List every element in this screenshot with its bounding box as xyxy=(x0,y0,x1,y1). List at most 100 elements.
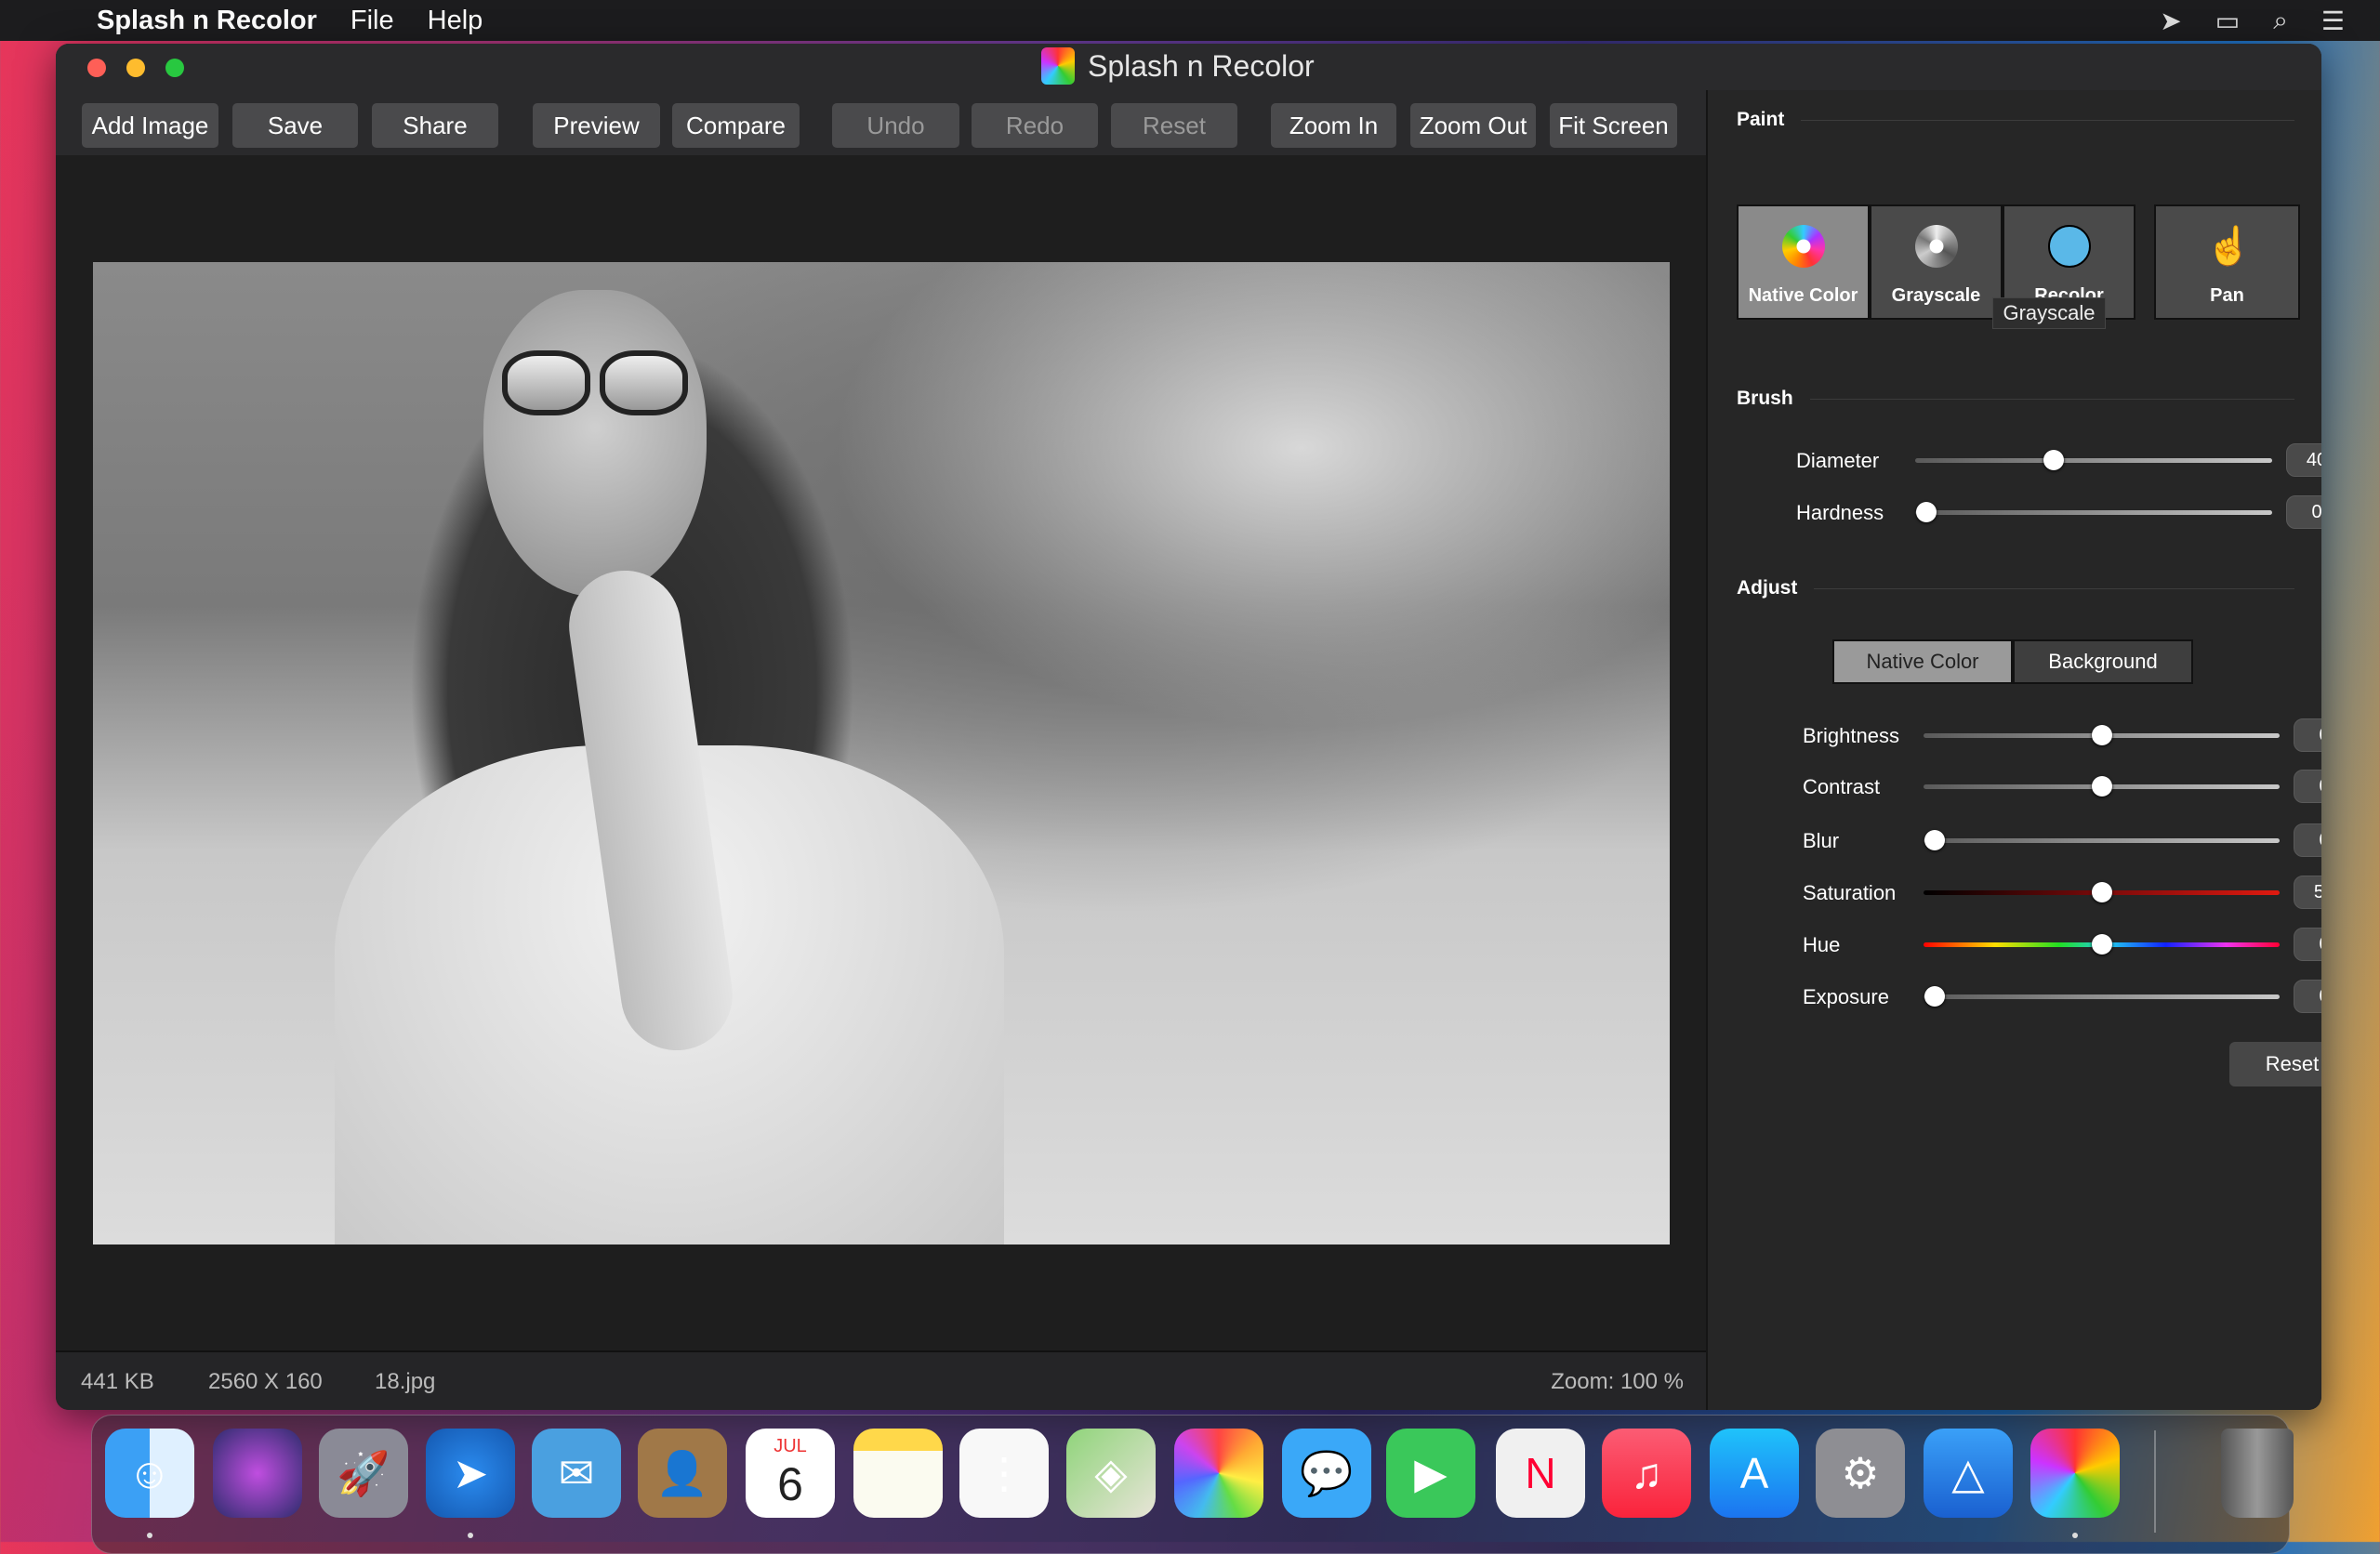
zoom-button[interactable] xyxy=(165,59,184,77)
calendar-day: 6 xyxy=(777,1457,803,1510)
exposure-value-field[interactable]: 0 xyxy=(2294,980,2321,1013)
toolbar: Add Image Save Share Preview Compare Undo Redo… xyxy=(56,90,1706,155)
add-image-button[interactable]: Add Image xyxy=(82,103,218,148)
save-button[interactable]: Save xyxy=(232,103,358,148)
reset-button[interactable]: Reset xyxy=(1111,103,1237,148)
hue-row: Hue 0 xyxy=(1708,926,2321,963)
color-wheel-icon xyxy=(1781,225,1825,268)
spotlight-search-icon[interactable]: ⌕ xyxy=(2273,6,2288,36)
dock-launchpad-icon[interactable]: 🚀 xyxy=(319,1429,408,1518)
dock-mail-icon[interactable]: ✉ xyxy=(532,1429,621,1518)
blur-row: Blur 0 xyxy=(1708,822,2321,859)
airplay-display-icon[interactable]: ▭ xyxy=(2215,6,2240,36)
menu-file[interactable]: File xyxy=(350,6,394,36)
dock-contacts-icon[interactable]: 👤 xyxy=(638,1429,727,1518)
dock-photos-icon[interactable] xyxy=(1174,1429,1263,1518)
exposure-slider[interactable] xyxy=(1924,994,2280,999)
dock-reminders-icon[interactable]: ⋮ xyxy=(959,1429,1049,1518)
close-button[interactable] xyxy=(87,59,106,77)
dock-mountain-app-icon[interactable]: △ xyxy=(1924,1429,2013,1518)
adjust-reset-button[interactable]: Reset xyxy=(2229,1042,2321,1086)
exposure-slider-knob[interactable] xyxy=(1924,986,1945,1007)
segment-native-color[interactable]: Native Color xyxy=(1832,639,2013,684)
contrast-label: Contrast xyxy=(1803,775,1881,798)
dock-notes-icon[interactable] xyxy=(853,1429,943,1518)
blur-slider[interactable] xyxy=(1924,838,2280,843)
blur-label: Blur xyxy=(1803,829,1840,852)
grayscale-wheel-icon xyxy=(1914,225,1958,268)
photo-face xyxy=(483,290,707,597)
hardness-row: Hardness 0 xyxy=(1708,494,2321,531)
dock-separator xyxy=(2154,1430,2156,1533)
dock-messages-icon[interactable]: 💬 xyxy=(1282,1429,1371,1518)
blur-value-field[interactable]: 0 xyxy=(2294,823,2321,857)
dock-splash-n-recolor-icon[interactable] xyxy=(2030,1429,2120,1518)
menu-app-name[interactable]: Splash n Recolor xyxy=(97,6,317,36)
segment-background[interactable]: Background xyxy=(2013,639,2193,684)
running-indicator xyxy=(147,1533,152,1538)
zoom-in-button[interactable]: Zoom In xyxy=(1271,103,1396,148)
fit-screen-button[interactable]: Fit Screen xyxy=(1550,103,1677,148)
dock: ☺ 🚀 ➤ ✉ 👤 JUL 6 ⋮ ◈ 💬 ▶ N ♫ A ⚙ △ xyxy=(91,1415,2294,1554)
compare-button[interactable]: Compare xyxy=(672,103,800,148)
diameter-value-field[interactable]: 40 xyxy=(2286,443,2321,477)
app-icon xyxy=(1041,47,1075,85)
diameter-slider[interactable] xyxy=(1915,458,2272,463)
side-panel: Paint Native Color Grayscale Recolor ☝ P… xyxy=(1706,90,2321,1410)
brightness-value-field[interactable]: 0 xyxy=(2294,718,2321,752)
adjust-section-title: Adjust xyxy=(1737,577,2294,599)
running-indicator xyxy=(2072,1533,2078,1538)
dock-news-icon[interactable]: N xyxy=(1496,1429,1585,1518)
dock-finder-icon[interactable]: ☺ xyxy=(105,1429,194,1518)
minimize-button[interactable] xyxy=(126,59,145,77)
saturation-row: Saturation 50 xyxy=(1708,874,2321,911)
share-button[interactable]: Share xyxy=(372,103,498,148)
dock-safari-icon[interactable]: ➤ xyxy=(426,1429,515,1518)
location-arrow-icon[interactable]: ➤ xyxy=(2160,6,2181,36)
dock-facetime-icon[interactable]: ▶ xyxy=(1386,1429,1475,1518)
status-bar: 441 KB 2560 X 160 18.jpg Zoom: 100 % xyxy=(56,1350,1706,1410)
dock-trash-icon[interactable] xyxy=(2221,1429,2294,1518)
control-center-list-icon[interactable]: ☰ xyxy=(2321,6,2345,36)
image-canvas[interactable] xyxy=(56,155,1706,1350)
contrast-value-field[interactable]: 0 xyxy=(2294,770,2321,803)
undo-button[interactable]: Undo xyxy=(832,103,959,148)
blue-circle-icon xyxy=(2047,225,2091,268)
running-indicator xyxy=(468,1533,473,1538)
brightness-slider-knob[interactable] xyxy=(2091,725,2112,745)
paint-grayscale-button[interactable]: Grayscale xyxy=(1870,204,2003,320)
dock-siri-icon[interactable] xyxy=(213,1429,302,1518)
zoom-level: Zoom: 100 % xyxy=(1551,1369,1684,1394)
dock-maps-icon[interactable]: ◈ xyxy=(1066,1429,1156,1518)
saturation-label: Saturation xyxy=(1803,881,1897,904)
hardness-value-field[interactable]: 0 xyxy=(2286,495,2321,529)
pan-button[interactable]: ☝ Pan xyxy=(2154,204,2300,320)
preview-button[interactable]: Preview xyxy=(533,103,660,148)
dock-calendar-icon[interactable]: JUL 6 xyxy=(746,1429,835,1518)
menu-help[interactable]: Help xyxy=(428,6,483,36)
file-size: 441 KB xyxy=(81,1369,154,1394)
photo[interactable] xyxy=(93,262,1670,1245)
file-name: 18.jpg xyxy=(375,1369,436,1394)
diameter-slider-knob[interactable] xyxy=(2043,450,2064,470)
paint-native-color-button[interactable]: Native Color xyxy=(1737,204,1870,320)
paint-section-title: Paint xyxy=(1737,109,2294,131)
saturation-slider-knob[interactable] xyxy=(2091,882,2112,902)
hardness-slider-knob[interactable] xyxy=(1916,502,1937,522)
blur-slider-knob[interactable] xyxy=(1924,830,1945,850)
hue-slider-knob[interactable] xyxy=(2091,934,2112,955)
hardness-slider[interactable] xyxy=(1915,510,2272,515)
contrast-row: Contrast 0 xyxy=(1708,768,2321,805)
brightness-row: Brightness 0 xyxy=(1708,717,2321,754)
dock-music-icon[interactable]: ♫ xyxy=(1602,1429,1691,1518)
calendar-month: JUL xyxy=(774,1435,807,1456)
menu-bar: Splash n Recolor File Help ➤ ▭ ⌕ ☰ xyxy=(0,0,2380,41)
diameter-label: Diameter xyxy=(1796,449,1880,472)
hue-value-field[interactable]: 0 xyxy=(2294,928,2321,961)
saturation-value-field[interactable]: 50 xyxy=(2294,876,2321,909)
dock-system-preferences-icon[interactable]: ⚙ xyxy=(1816,1429,1905,1518)
dock-app-store-icon[interactable]: A xyxy=(1710,1429,1799,1518)
contrast-slider-knob[interactable] xyxy=(2091,776,2112,797)
zoom-out-button[interactable]: Zoom Out xyxy=(1410,103,1536,148)
redo-button[interactable]: Redo xyxy=(972,103,1098,148)
